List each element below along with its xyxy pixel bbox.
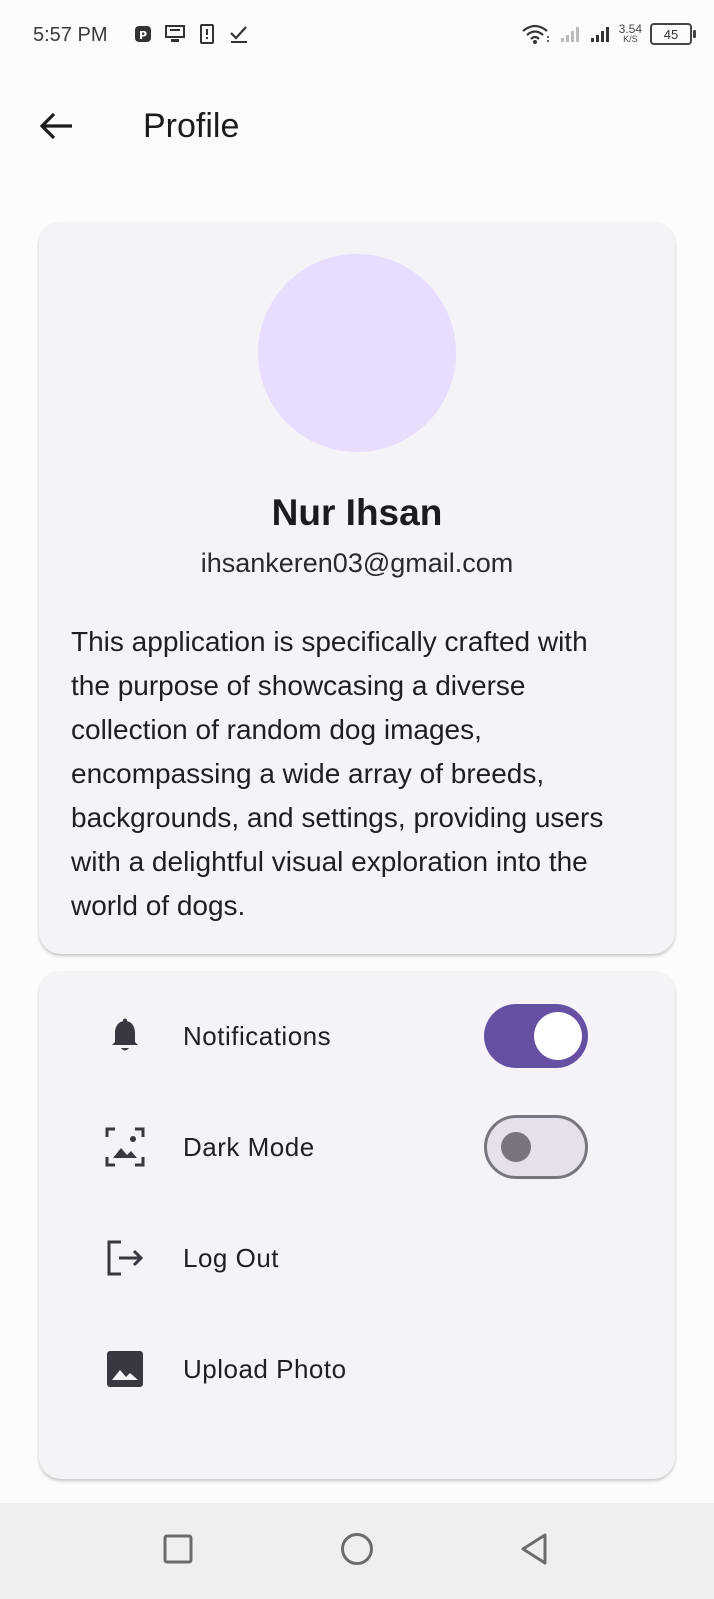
system-nav-bar — [0, 1503, 714, 1599]
network-speed-value: 3.54 — [618, 22, 642, 36]
back-nav-button[interactable] — [510, 1527, 558, 1575]
arrow-left-icon — [38, 110, 74, 147]
settings-item-label: Upload Photo — [183, 1353, 347, 1384]
svg-text:P: P — [139, 29, 147, 42]
bell-icon — [105, 1016, 145, 1056]
toggle-thumb — [534, 1012, 582, 1060]
notifications-toggle[interactable] — [484, 1004, 588, 1068]
dark-mode-toggle[interactable] — [484, 1115, 588, 1179]
desktop-icon — [164, 22, 186, 46]
settings-item-label: Log Out — [183, 1242, 280, 1273]
battery-indicator: 45 — [650, 23, 696, 45]
status-time: 5:57 PM — [33, 24, 108, 46]
profile-email: ihsankeren03@gmail.com — [200, 548, 514, 578]
logout-icon — [105, 1238, 145, 1278]
app-bar: Profile — [0, 90, 714, 162]
back-triangle-icon — [519, 1532, 549, 1571]
battery-level: 45 — [663, 26, 679, 42]
recents-square-icon — [163, 1534, 193, 1569]
photo-icon — [105, 1349, 145, 1389]
profile-card: Nur Ihsan ihsankeren03@gmail.com This ap… — [39, 222, 675, 954]
settings-item-upload-photo[interactable]: Upload Photo — [39, 1326, 675, 1412]
page-title: Profile — [143, 107, 240, 145]
sim-icon — [196, 22, 218, 46]
settings-card: Notifications Dark Mode Log Out Upload P… — [39, 971, 675, 1479]
wifi-icon — [521, 22, 551, 46]
avatar — [258, 254, 456, 452]
status-bar: 5:57 PM P 3.54 K/S 45 — [0, 0, 714, 72]
profile-description: This application is specifically crafted… — [71, 626, 604, 921]
settings-item-notifications[interactable]: Notifications — [39, 993, 675, 1079]
profile-name: Nur Ihsan — [271, 492, 443, 533]
back-button[interactable] — [30, 102, 82, 154]
toggle-thumb — [501, 1132, 531, 1162]
status-icons-right: 3.54 K/S 45 — [521, 22, 696, 46]
recents-button[interactable] — [154, 1527, 202, 1575]
app-icon: P — [132, 22, 154, 46]
settings-item-dark-mode[interactable]: Dark Mode — [39, 1104, 675, 1190]
signal-icon — [589, 22, 611, 46]
network-speed: 3.54 K/S — [618, 22, 642, 44]
home-button[interactable] — [333, 1527, 381, 1575]
settings-item-label: Dark Mode — [183, 1131, 315, 1162]
settings-item-log-out[interactable]: Log Out — [39, 1215, 675, 1301]
status-icons-left: P — [132, 22, 250, 46]
settings-item-label: Notifications — [183, 1020, 332, 1051]
check-icon — [228, 22, 250, 46]
image-frame-icon — [105, 1127, 145, 1167]
signal-icon — [559, 22, 581, 46]
home-circle-icon — [340, 1532, 374, 1571]
